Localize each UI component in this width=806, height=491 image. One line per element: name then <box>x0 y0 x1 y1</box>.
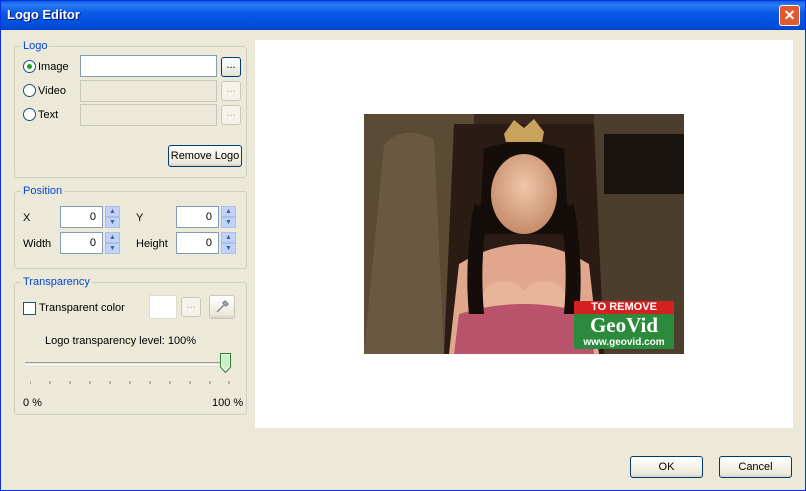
transparent-color-label: Transparent color <box>39 302 125 314</box>
width-label: Width <box>23 238 52 250</box>
window-title: Logo Editor <box>7 7 80 22</box>
remove-logo-button[interactable]: Remove Logo <box>168 145 242 167</box>
transparency-slider-track <box>25 362 231 365</box>
radio-text-button[interactable] <box>23 108 36 121</box>
down-arrow-icon[interactable]: ▼ <box>105 217 120 228</box>
transparency-group: Transparency Transparent color ... Logo … <box>14 276 247 415</box>
width-spinner[interactable]: ▲ ▼ <box>105 232 120 254</box>
color-browse-button: ... <box>181 297 201 317</box>
down-arrow-icon[interactable]: ▼ <box>221 243 236 254</box>
close-icon: ✕ <box>783 7 796 23</box>
radio-video[interactable]: Video <box>23 84 66 97</box>
height-label: Height <box>136 238 168 250</box>
radio-image[interactable]: Image <box>23 60 69 73</box>
y-input[interactable]: 0 <box>176 206 219 228</box>
position-group: Position X 0 ▲ ▼ Y 0 ▲ ▼ Width 0 ▲ ▼ Height… <box>14 185 247 269</box>
radio-video-button[interactable] <box>23 84 36 97</box>
down-arrow-icon[interactable]: ▼ <box>221 217 236 228</box>
slider-max-label: 100 % <box>212 397 244 409</box>
ok-button[interactable]: OK <box>630 456 703 478</box>
watermark-line3: www.geovid.com <box>574 336 674 349</box>
text-browse-button: ... <box>221 105 241 125</box>
image-browse-button[interactable]: ... <box>221 57 241 77</box>
y-spinner[interactable]: ▲ ▼ <box>221 206 236 228</box>
video-path-input <box>80 80 217 102</box>
watermark-line2: GeoVid <box>574 314 674 336</box>
radio-video-label: Video <box>38 84 66 97</box>
video-preview: TO REMOVE GeoVid www.geovid.com <box>364 114 684 354</box>
x-spinner[interactable]: ▲ ▼ <box>105 206 120 228</box>
radio-text-label: Text <box>38 108 59 121</box>
transparency-level-text: Logo transparency level: 100% <box>45 335 197 347</box>
text-input <box>80 104 217 126</box>
up-arrow-icon[interactable]: ▲ <box>221 206 236 217</box>
slider-ticks <box>29 376 230 384</box>
width-input[interactable]: 0 <box>60 232 103 254</box>
transparency-group-label: Transparency <box>21 276 92 288</box>
up-arrow-icon[interactable]: ▲ <box>221 232 236 243</box>
transparency-slider-thumb[interactable] <box>220 353 231 374</box>
x-input[interactable]: 0 <box>60 206 103 228</box>
slider-min-label: 0 % <box>23 397 42 409</box>
down-arrow-icon[interactable]: ▼ <box>105 243 120 254</box>
watermark: TO REMOVE GeoVid www.geovid.com <box>574 301 674 349</box>
video-browse-button: ... <box>221 81 241 101</box>
eyedropper-icon <box>216 299 230 313</box>
y-label: Y <box>136 212 144 224</box>
radio-image-button[interactable] <box>23 60 36 73</box>
up-arrow-icon[interactable]: ▲ <box>105 232 120 243</box>
color-swatch[interactable] <box>149 295 177 319</box>
x-label: X <box>23 212 31 224</box>
image-path-input[interactable] <box>80 55 217 77</box>
title-bar[interactable]: Logo Editor ✕ <box>1 1 805 30</box>
cancel-button[interactable]: Cancel <box>719 456 792 478</box>
radio-text[interactable]: Text <box>23 108 58 121</box>
height-spinner[interactable]: ▲ ▼ <box>221 232 236 254</box>
logo-group: Logo Image ... Video ... Text ... Remove… <box>14 40 247 178</box>
eyedropper-button[interactable] <box>209 295 235 319</box>
transparent-color-checkbox[interactable] <box>23 302 36 315</box>
up-arrow-icon[interactable]: ▲ <box>105 206 120 217</box>
logo-group-label: Logo <box>21 40 50 52</box>
position-group-label: Position <box>21 185 65 197</box>
logo-editor-window: Logo Editor ✕ Logo Image ... Video ... T… <box>0 0 806 491</box>
radio-image-label: Image <box>38 60 69 73</box>
close-button[interactable]: ✕ <box>779 5 800 26</box>
height-input[interactable]: 0 <box>176 232 219 254</box>
